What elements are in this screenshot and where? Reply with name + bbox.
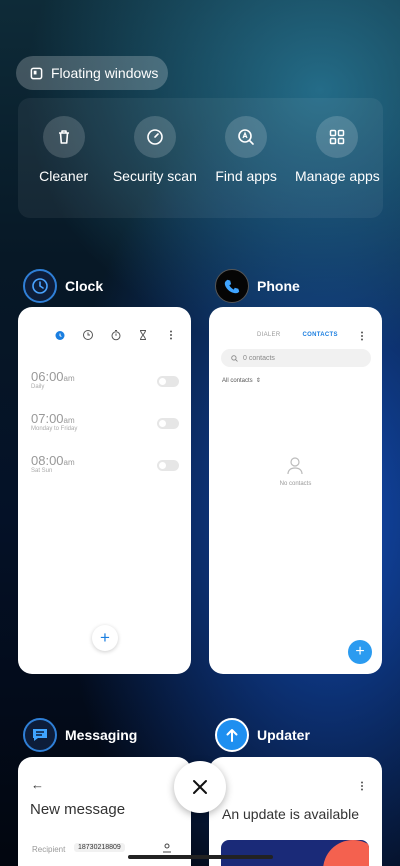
quick-tools-panel: Cleaner Security scan Find apps Manage a… [18,98,383,218]
clock-app-name: Clock [65,278,104,294]
alarm-row[interactable]: 06:00am Daily [31,369,179,399]
contacts-filter-label: All contacts [222,377,253,384]
alarm-row[interactable]: 07:00am Monday to Friday [31,411,179,441]
alarm-repeat: Sat Sun [31,468,53,474]
search-apps-icon [225,116,268,158]
floating-windows-button[interactable]: Floating windows [16,56,168,90]
recipient-value: 18730218809 [78,844,121,851]
clock-app-header[interactable]: Clock [23,269,103,303]
recipient-label: Recipient [32,845,66,854]
messaging-app-icon [23,718,57,752]
world-clock-tab-icon[interactable] [82,329,94,341]
stopwatch-tab-icon[interactable] [110,329,122,341]
search-placeholder: 0 contacts [243,354,275,362]
add-alarm-button[interactable]: + [92,625,118,651]
back-arrow-icon[interactable]: ← [31,777,44,792]
clock-app-icon [23,269,57,303]
security-scan-button[interactable]: Security scan [110,116,200,218]
tab-contacts[interactable]: CONTACTS [302,332,337,338]
alarm-toggle[interactable] [157,460,179,471]
messaging-app-card[interactable]: ← New message Recipient 18730218809 [18,757,191,866]
find-apps-button[interactable]: Find apps [201,116,291,218]
search-icon [231,354,238,362]
close-icon [193,780,207,794]
messaging-app-header[interactable]: Messaging [23,718,137,752]
home-indicator[interactable] [128,855,273,859]
phone-app-card[interactable]: DIALER CONTACTS 0 contacts All contacts … [209,307,382,674]
contacts-filter[interactable]: All contacts ⇕ [222,377,261,385]
manage-apps-button[interactable]: Manage apps [292,116,382,218]
clear-all-button[interactable] [174,761,226,813]
phone-app-header[interactable]: Phone [215,269,300,303]
more-options-icon[interactable] [358,781,366,791]
updater-app-card[interactable]: An update is available [209,757,382,866]
chevron-updown-icon: ⇕ [255,378,261,384]
alarm-row[interactable]: 08:00am Sat Sun [31,453,179,483]
update-headline: An update is available [222,806,359,822]
contacts-search-input[interactable]: 0 contacts [221,349,371,367]
alarm-toggle[interactable] [157,376,179,387]
alarm-repeat: Daily [31,384,45,390]
find-apps-label: Find apps [215,168,277,184]
trash-icon [42,116,85,158]
update-banner-image [221,840,369,866]
new-message-title: New message [30,801,126,818]
alarm-toggle[interactable] [157,418,179,429]
cleaner-label: Cleaner [39,168,89,184]
timer-tab-icon[interactable] [137,329,149,341]
more-options-icon[interactable] [358,331,366,341]
floating-windows-label: Floating windows [51,65,159,81]
grid-icon [316,116,359,158]
phone-app-name: Phone [257,278,300,294]
add-contact-icon[interactable] [162,843,172,853]
empty-contacts-text: No contacts [279,481,312,487]
tab-dialer[interactable]: DIALER [257,332,280,338]
phone-tab-bar: DIALER CONTACTS [257,332,338,338]
more-options-icon[interactable] [165,329,177,341]
alarm-repeat: Monday to Friday [31,426,78,432]
updater-app-header[interactable]: Updater [215,718,310,752]
security-scan-label: Security scan [112,168,197,184]
person-icon [287,457,303,475]
updater-app-icon [215,718,249,752]
alarm-tab-icon[interactable] [54,329,66,341]
add-contact-button[interactable]: + [348,640,372,664]
shield-gauge-icon [133,116,176,158]
manage-apps-label: Manage apps [294,168,380,184]
recipient-chip[interactable]: 18730218809 [74,843,125,852]
cleaner-button[interactable]: Cleaner [19,116,109,218]
updater-app-name: Updater [257,727,310,743]
clock-app-card[interactable]: 06:00am Daily 07:00am Monday to Friday 0… [18,307,191,674]
phone-app-icon [215,269,249,303]
floating-window-icon [30,67,43,79]
messaging-app-name: Messaging [65,727,138,743]
clock-tab-bar [54,329,177,341]
